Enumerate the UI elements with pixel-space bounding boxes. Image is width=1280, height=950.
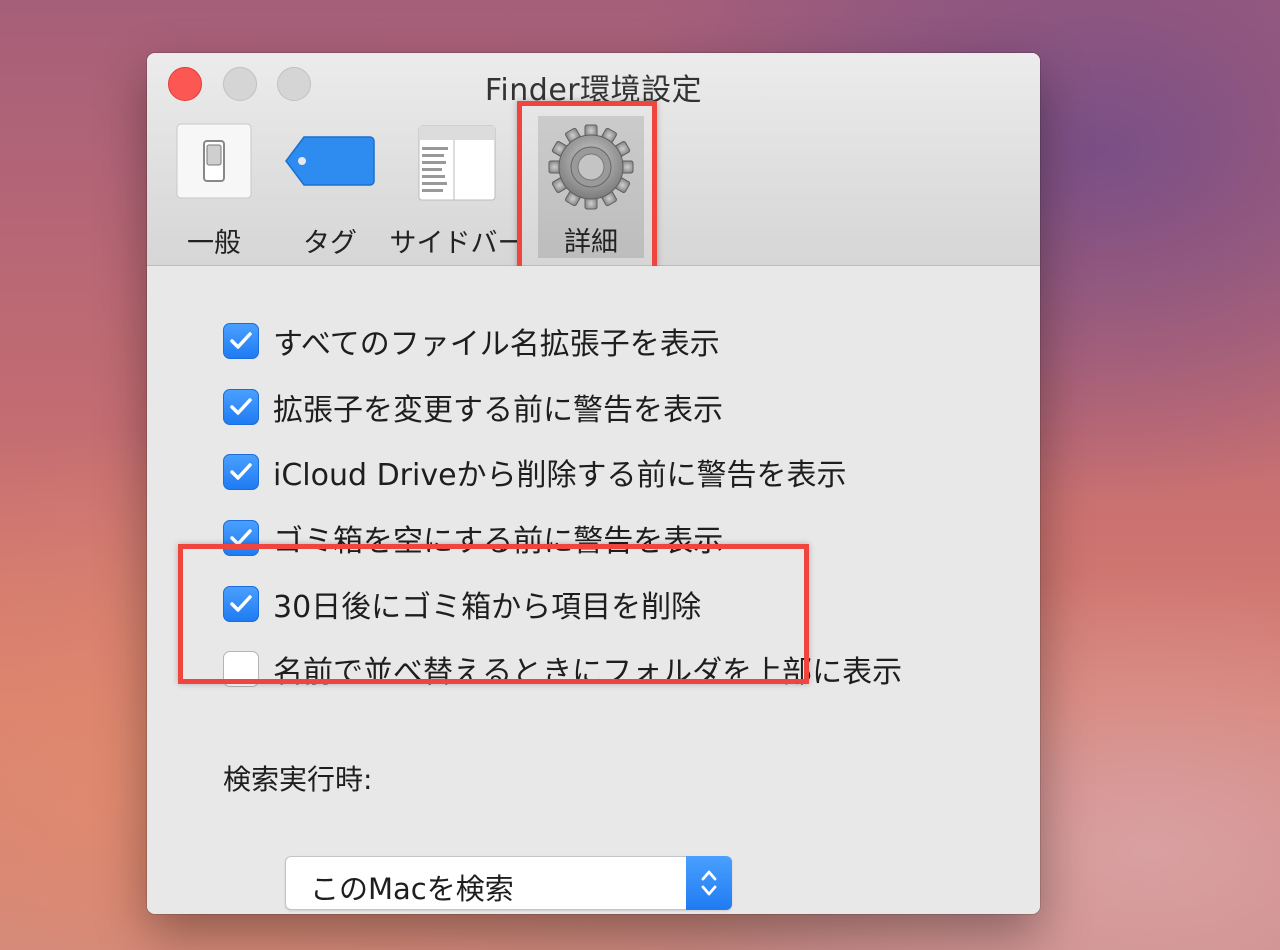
checkbox-show-extensions[interactable]	[223, 323, 259, 359]
checkmark-icon	[230, 398, 252, 415]
tab-general-label: 一般	[187, 228, 241, 259]
toolbar: Finder環境設定 一般 タグ サイドバー 詳細	[147, 53, 1040, 273]
option-warn-icloud-remove[interactable]: iCloud Driveから削除する前に警告を表示	[223, 452, 847, 493]
tab-sidebar-label: サイドバー	[389, 228, 525, 259]
advanced-settings-pane: すべてのファイル名拡張子を表示 拡張子を変更する前に警告を表示 iCloud D…	[147, 266, 1040, 914]
option-label: すべてのファイル名拡張子を表示	[273, 327, 720, 362]
sidebar-icon	[418, 125, 496, 205]
checkbox-warn-change-extension[interactable]	[223, 389, 259, 425]
tag-icon	[284, 133, 376, 193]
checkmark-icon	[230, 332, 252, 349]
search-scope-value: このMacを検索	[310, 872, 514, 906]
option-warn-change-extension[interactable]: 拡張子を変更する前に警告を表示	[223, 387, 723, 428]
search-scope-select[interactable]: このMacを検索	[285, 856, 732, 910]
tab-tags-label: タグ	[303, 228, 357, 259]
checkmark-icon	[230, 463, 252, 480]
option-label: 拡張子を変更する前に警告を表示	[273, 393, 723, 428]
checkbox-warn-icloud-remove[interactable]	[223, 454, 259, 490]
highlight-box-trash-options	[178, 544, 809, 684]
switch-icon	[176, 123, 252, 203]
finder-preferences-window: Finder環境設定 一般 タグ サイドバー 詳細 すべてのファイル名拡張子を表…	[147, 53, 1040, 914]
search-scope-label: 検索実行時:	[223, 763, 373, 796]
chevron-up-down-icon[interactable]	[686, 856, 732, 910]
option-label: iCloud Driveから削除する前に警告を表示	[273, 458, 847, 493]
highlight-box-advanced	[517, 101, 657, 273]
option-show-extensions[interactable]: すべてのファイル名拡張子を表示	[223, 321, 720, 362]
